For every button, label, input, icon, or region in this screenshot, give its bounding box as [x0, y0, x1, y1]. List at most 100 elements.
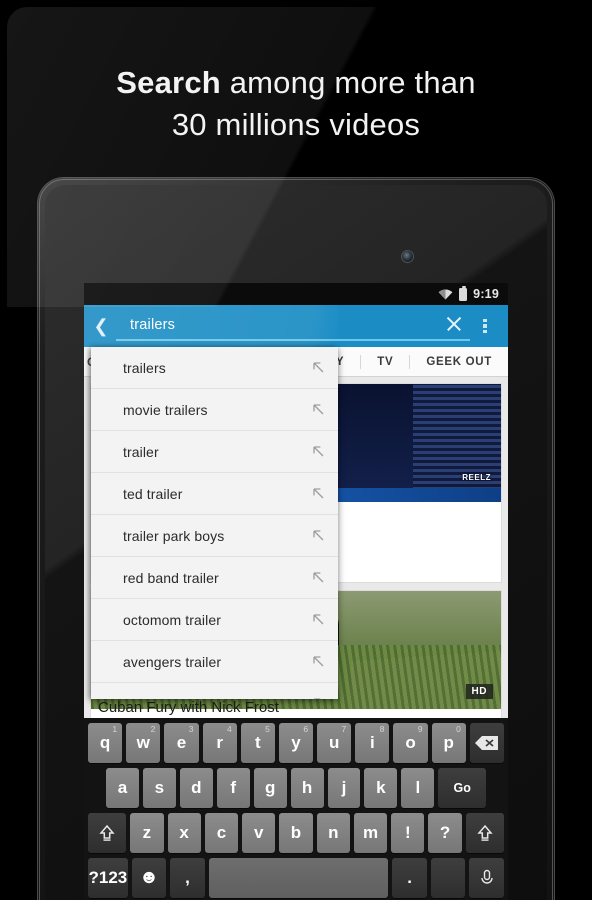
overflow-menu-icon[interactable]: [472, 318, 498, 334]
key-g[interactable]: g: [253, 768, 287, 808]
device-screen: 9:19 ❮ trailers C FUNNY TV GEEK OUT: [84, 283, 508, 900]
key-h[interactable]: h: [290, 768, 324, 808]
period-key[interactable]: .: [392, 858, 427, 898]
arrow-up-left-icon[interactable]: [311, 360, 326, 375]
clear-x-icon[interactable]: [444, 314, 464, 334]
key-l[interactable]: l: [401, 768, 435, 808]
key-label: m: [363, 823, 379, 842]
key-q[interactable]: 1q: [87, 723, 123, 763]
key-s[interactable]: s: [142, 768, 176, 808]
key-k[interactable]: k: [364, 768, 398, 808]
key-label: j: [341, 778, 347, 797]
key-z[interactable]: z: [130, 813, 164, 853]
shift-icon[interactable]: [87, 813, 127, 853]
thumb-decor: [413, 384, 501, 502]
suggestion-item[interactable]: trailer park boys: [91, 515, 338, 557]
arrow-up-left-icon[interactable]: [311, 696, 326, 699]
suggestion-label: the killers: [123, 696, 311, 700]
suggestion-item[interactable]: movie trailers: [91, 389, 338, 431]
headline-bold-word: Search: [116, 65, 221, 100]
key-num: 2: [150, 724, 156, 734]
overflow-dot: [483, 324, 487, 328]
key-label: e: [176, 733, 187, 752]
key-x[interactable]: x: [167, 813, 201, 853]
key-f[interactable]: f: [216, 768, 250, 808]
key-label: d: [191, 778, 202, 797]
key-o[interactable]: 9o: [393, 723, 428, 763]
suggestion-label: movie trailers: [123, 401, 208, 418]
key-a[interactable]: a: [105, 768, 139, 808]
key-label: c: [216, 823, 227, 842]
headline-rest: among more than: [220, 65, 476, 100]
shift-icon[interactable]: [465, 813, 505, 853]
key-y[interactable]: 6y: [278, 723, 314, 763]
symbols-key[interactable]: ?123: [88, 858, 128, 898]
suggestion-item[interactable]: trailers: [91, 347, 338, 389]
key-e[interactable]: 3e: [164, 723, 199, 763]
suggestion-item[interactable]: ted trailer: [91, 473, 338, 515]
key-num: 5: [265, 724, 270, 734]
key-label: l: [415, 778, 421, 797]
keyboard-row-3: z x c v b n m ! ?: [87, 813, 505, 853]
go-key[interactable]: Go: [438, 768, 487, 808]
suggestion-item[interactable]: trailer: [91, 431, 338, 473]
search-input[interactable]: trailers: [116, 311, 470, 341]
microphone-icon[interactable]: [469, 858, 504, 898]
keyboard-row-2: a s d f g h j k l Go: [88, 768, 504, 808]
page-title: Search among more than 30 millions video…: [0, 62, 592, 146]
backspace-icon[interactable]: [469, 723, 505, 763]
arrow-up-left-icon[interactable]: [311, 528, 326, 543]
key-m[interactable]: m: [353, 813, 388, 853]
key-label: u: [328, 733, 340, 752]
key-num: 1: [112, 724, 118, 734]
arrow-up-left-icon[interactable]: [311, 486, 326, 501]
key-d[interactable]: d: [179, 768, 213, 808]
comma-key[interactable]: ,: [170, 858, 205, 898]
space-key[interactable]: [208, 858, 389, 898]
key-r[interactable]: 4r: [202, 723, 237, 763]
suggestion-item[interactable]: octomom trailer: [91, 599, 338, 641]
key-label: ?: [439, 823, 451, 842]
suggestion-item[interactable]: avengers trailer: [91, 641, 338, 683]
promo-screenshot: Search among more than 30 millions video…: [0, 0, 592, 900]
arrow-up-left-icon[interactable]: [311, 402, 326, 417]
key-j[interactable]: j: [327, 768, 361, 808]
key-w[interactable]: 2w: [126, 723, 161, 763]
key-label: o: [405, 733, 416, 752]
partial-video-title: Cuban Fury with Nick Frost: [98, 699, 279, 716]
thumb-network-logo: REELZ: [462, 473, 491, 482]
tab-geek-out[interactable]: GEEK OUT: [409, 354, 508, 369]
key-exclamation[interactable]: !: [391, 813, 425, 853]
status-bar: 9:19: [84, 283, 508, 305]
wifi-icon: [438, 288, 453, 300]
settings-key[interactable]: [430, 858, 466, 898]
key-p[interactable]: 0p: [431, 723, 466, 763]
key-label: w: [136, 733, 150, 752]
clock-time: 9:19: [473, 287, 499, 301]
key-label: k: [376, 778, 386, 797]
suggestion-label: trailer park boys: [123, 527, 225, 544]
arrow-up-left-icon[interactable]: [311, 612, 326, 627]
key-v[interactable]: v: [242, 813, 276, 853]
key-i[interactable]: 8i: [355, 723, 390, 763]
key-c[interactable]: c: [204, 813, 239, 853]
key-u[interactable]: 7u: [317, 723, 352, 763]
emoji-key[interactable]: ☻: [131, 858, 167, 898]
arrow-up-left-icon[interactable]: [311, 444, 326, 459]
search-action-bar: ❮ trailers: [84, 305, 508, 347]
key-b[interactable]: b: [279, 813, 313, 853]
tab-tv[interactable]: TV: [360, 354, 409, 369]
key-num: 0: [456, 724, 461, 734]
key-t[interactable]: 5t: [240, 723, 275, 763]
arrow-up-left-icon[interactable]: [311, 654, 326, 669]
suggestion-item[interactable]: red band trailer: [91, 557, 338, 599]
suggestion-item[interactable]: the killers: [91, 683, 338, 699]
suggestion-label: trailer: [123, 443, 159, 460]
key-question[interactable]: ?: [428, 813, 462, 853]
overflow-dot: [483, 318, 487, 322]
back-chevron-icon[interactable]: ❮: [90, 317, 112, 335]
arrow-up-left-icon[interactable]: [311, 570, 326, 585]
key-n[interactable]: n: [316, 813, 350, 853]
suggestion-label: trailers: [123, 359, 166, 376]
key-label: !: [405, 823, 411, 842]
